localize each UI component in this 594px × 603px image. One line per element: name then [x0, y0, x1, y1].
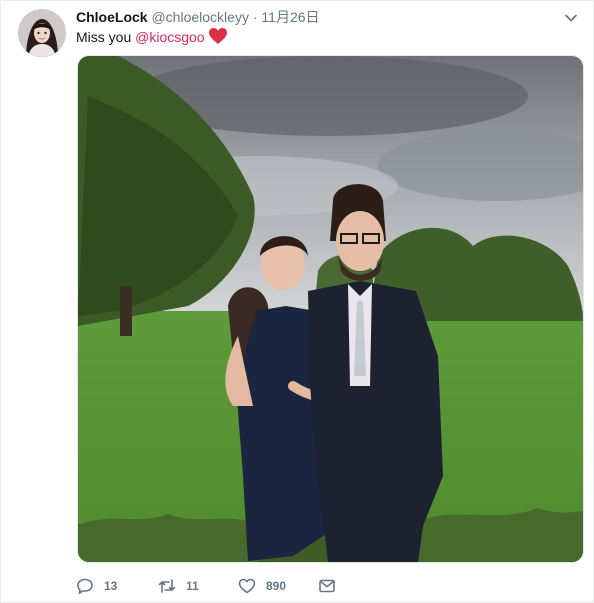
caret-down-icon[interactable]	[564, 11, 578, 25]
reply-icon	[77, 578, 93, 595]
user-handle[interactable]: @chloelockleyy	[151, 9, 248, 25]
like-icon	[238, 578, 256, 594]
photo-couple-in-park	[78, 56, 583, 562]
tweet-photo[interactable]	[77, 55, 584, 563]
reply-action[interactable]: 13	[76, 575, 117, 597]
separator-dot: ·	[252, 9, 258, 25]
tweet-text: Miss you @kiocsgoo	[76, 27, 228, 47]
avatar[interactable]	[18, 9, 66, 57]
like-action[interactable]: 890	[238, 575, 286, 597]
mention-link[interactable]: @kiocsgoo	[135, 29, 204, 45]
tweet-date[interactable]: 11月26日	[261, 9, 319, 25]
tweet-text-body: Miss you	[76, 29, 136, 45]
avatar-image	[18, 9, 66, 57]
display-name[interactable]: ChloeLock	[76, 9, 148, 25]
retweet-count: 11	[186, 579, 199, 593]
red-heart-emoji-icon	[208, 27, 228, 45]
retweet-icon	[158, 579, 176, 593]
reply-count: 13	[104, 579, 118, 593]
message-icon	[319, 579, 335, 593]
retweet-action[interactable]: 11	[158, 575, 199, 597]
tweet-card[interactable]: ChloeLock @chloelockleyy · 11月26日 Miss y…	[0, 0, 594, 603]
direct-message-action[interactable]	[318, 575, 336, 597]
like-count: 890	[266, 579, 287, 593]
tweet-header: ChloeLock @chloelockleyy · 11月26日	[76, 8, 320, 26]
